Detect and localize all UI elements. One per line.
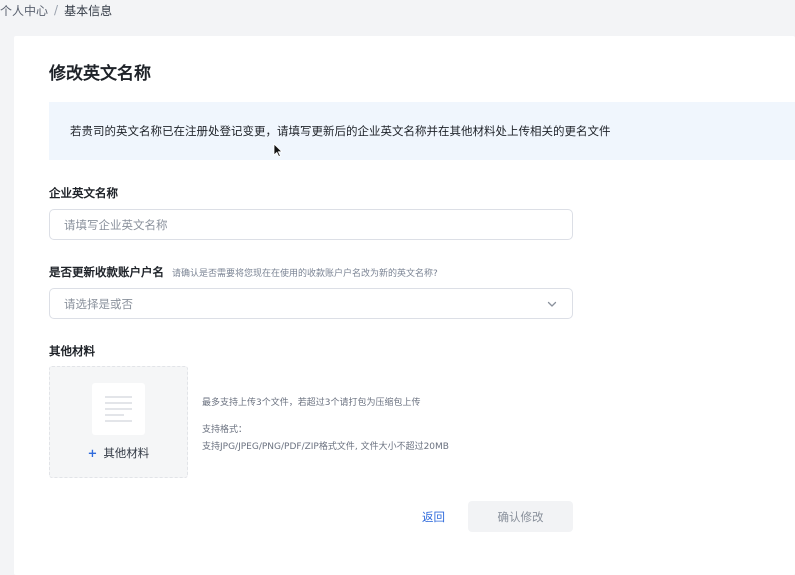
breadcrumb-parent-link[interactable]: 个人中心 bbox=[0, 2, 48, 19]
page-title: 修改英文名称 bbox=[49, 64, 151, 84]
upload-limit-text: 最多支持上传3个文件，若超过3个请打包为压缩包上传 bbox=[202, 398, 421, 408]
breadcrumb-separator: / bbox=[54, 3, 59, 17]
update-account-hint: 请确认是否需要将您现在在使用的收款账户户名改为新的英文名称? bbox=[172, 269, 438, 279]
plus-icon: + bbox=[87, 446, 98, 460]
upload-button-label[interactable]: + 其他材料 bbox=[88, 445, 150, 461]
update-account-select[interactable]: 请选择是或否 bbox=[49, 288, 573, 319]
document-icon bbox=[92, 383, 145, 435]
notice-text: 若贵司的英文名称已在注册处登记变更，请填写更新后的企业英文名称并在其他材料处上传… bbox=[70, 124, 611, 138]
english-name-label-text: 企业英文名称 bbox=[49, 186, 118, 200]
breadcrumb: 个人中心 / 基本信息 bbox=[0, 0, 112, 20]
other-materials-upload[interactable]: + 其他材料 bbox=[49, 366, 188, 478]
chevron-down-icon bbox=[547, 301, 557, 307]
update-account-label: 是否更新收款账户户名 请确认是否需要将您现在在使用的收款账户户名改为新的英文名称… bbox=[49, 264, 438, 280]
breadcrumb-current: 基本信息 bbox=[64, 3, 113, 18]
notice-banner: 若贵司的英文名称已在注册处登记变更，请填写更新后的企业英文名称并在其他材料处上传… bbox=[49, 102, 795, 160]
mouse-cursor-icon bbox=[273, 143, 283, 158]
other-materials-label-text: 其他材料 bbox=[49, 344, 95, 358]
english-name-input[interactable] bbox=[64, 217, 558, 232]
main-card: 修改英文名称 若贵司的英文名称已在注册处登记变更，请填写更新后的企业英文名称并在… bbox=[14, 36, 795, 575]
english-name-field[interactable] bbox=[49, 209, 573, 240]
update-account-select-placeholder: 请选择是或否 bbox=[64, 296, 133, 311]
back-link[interactable]: 返回 bbox=[422, 509, 445, 525]
english-name-label: 企业英文名称 bbox=[49, 185, 118, 201]
formats-title: 支持格式： bbox=[202, 425, 248, 435]
formats-text: 支持JPG/JPEG/PNG/PDF/ZIP格式文件, 文件大小不超过20MB bbox=[202, 442, 449, 452]
other-materials-label: 其他材料 bbox=[49, 343, 95, 359]
update-account-label-text: 是否更新收款账户户名 bbox=[49, 265, 164, 279]
upload-label-text: 其他材料 bbox=[103, 446, 150, 460]
confirm-button[interactable]: 确认修改 bbox=[468, 501, 573, 532]
